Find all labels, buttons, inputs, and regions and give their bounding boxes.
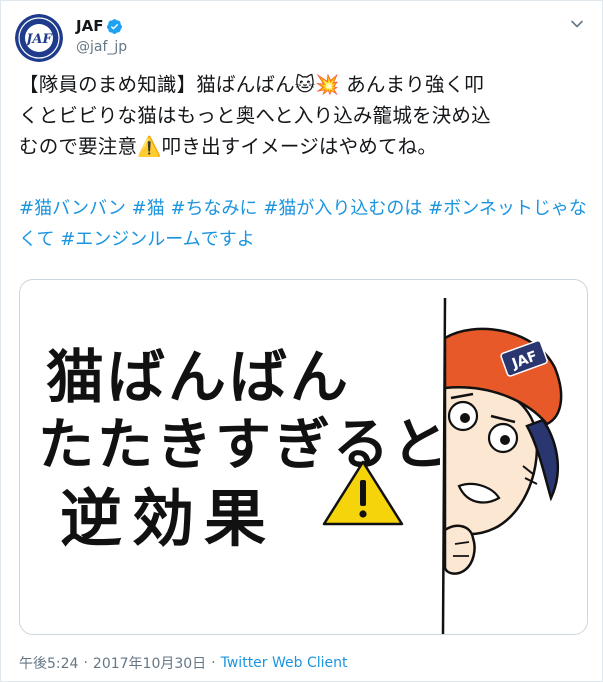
avatar-label: JAF [23, 32, 52, 47]
hashtag-link[interactable]: #猫が入り込むのは [263, 198, 422, 219]
chevron-down-icon[interactable] [570, 17, 584, 31]
display-name[interactable]: JAF [76, 17, 103, 35]
tweet-line: 【隊員のまめ知識】猫ばんばん🐱💥 あんまり強く叩 [19, 73, 485, 96]
separator: · [211, 655, 216, 671]
tweet-image[interactable]: 猫ばんばん たたきすぎると 逆効果 JAF [19, 279, 588, 635]
tweet-time[interactable]: 午後5:24 [19, 653, 78, 673]
name-row[interactable]: JAF [76, 17, 123, 35]
hashtag-link[interactable]: #ちなみに [170, 198, 257, 219]
tweet-card: JAF JAF @jaf_jp 【隊員のまめ知識】猫ばんばん🐱💥 あんまり強く叩… [0, 0, 603, 682]
verified-badge-icon [107, 18, 123, 34]
hashtag-link[interactable]: #エンジンルームですよ [60, 229, 255, 250]
tweet-line: むので要注意⚠️叩き出すイメージはやめてね。 [19, 135, 438, 158]
tweet-footer: 午後5:24 · 2017年10月30日 · Twitter Web Clien… [19, 653, 348, 673]
tweet-line: くとビビりな猫はもっと奥へと入り込み籠城を決め込 [19, 104, 491, 127]
handle[interactable]: @jaf_jp [76, 39, 127, 55]
tweet-text: 【隊員のまめ知識】猫ばんばん🐱💥 あんまり強く叩 くとビビりな猫はもっと奥へと入… [19, 69, 589, 162]
hashtag-link[interactable]: #猫 [132, 198, 165, 219]
image-caption-line: 逆効果 [60, 482, 277, 555]
separator: · [83, 655, 88, 671]
hashtags: #猫バンバン #猫 #ちなみに #猫が入り込むのは #ボンネットじゃなくて #エ… [19, 193, 589, 255]
jaf-logo-icon: JAF [15, 14, 63, 62]
hashtag-link[interactable]: #猫バンバン [19, 198, 126, 219]
avatar[interactable]: JAF [15, 14, 63, 62]
warning-sign-icon [322, 460, 404, 526]
client-link[interactable]: Twitter Web Client [221, 655, 348, 671]
mechanic-character-illustration: JAF [441, 298, 563, 634]
tweet-date[interactable]: 2017年10月30日 [93, 653, 206, 673]
